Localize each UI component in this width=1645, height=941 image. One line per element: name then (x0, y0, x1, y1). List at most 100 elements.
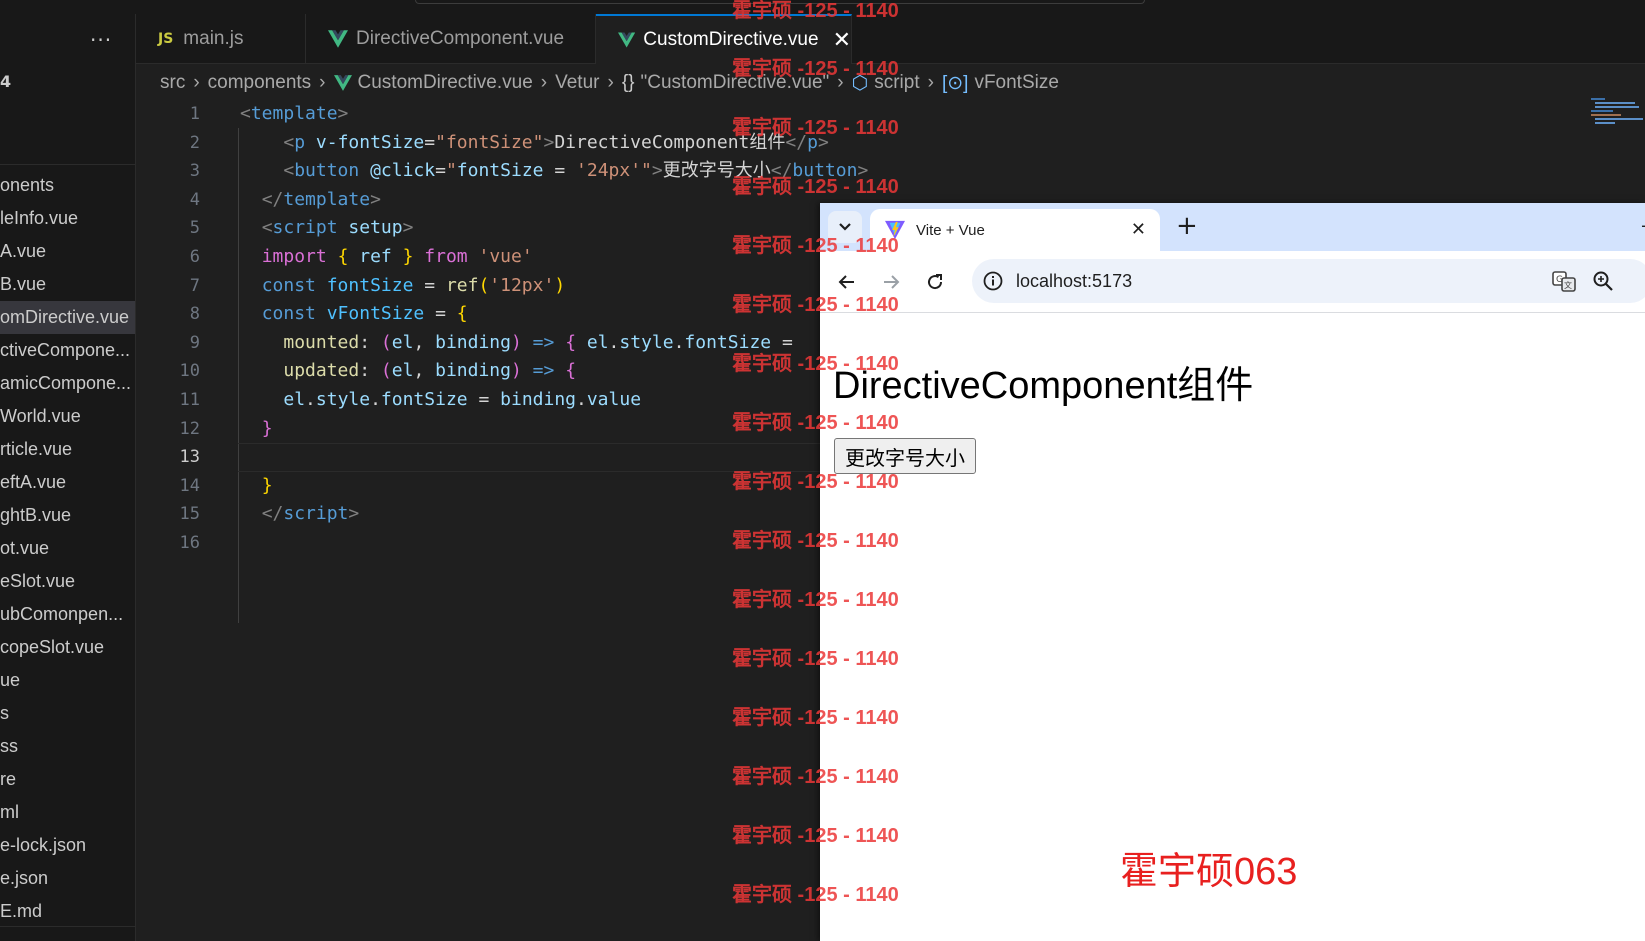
chevron-right-icon: › (927, 72, 934, 93)
tab-label: CustomDirective.vue (643, 29, 819, 50)
braces-icon: {} (621, 72, 635, 93)
file-tree-item[interactable]: rticle.vue (0, 433, 135, 466)
file-tree-item[interactable]: B.vue (0, 268, 135, 301)
divider (0, 926, 135, 927)
file-tree-item[interactable]: A.vue (0, 235, 135, 268)
reload-button[interactable] (918, 265, 952, 299)
watermark-text: 霍宇硕 -125 - 1140 (732, 353, 899, 375)
chevron-right-icon: › (319, 72, 326, 93)
file-tree-item[interactable]: ss (0, 730, 135, 763)
line-number-gutter: 1 2 3 4 5 6 7 8 9 10 11 12 13 14 15 16 (136, 100, 200, 558)
more-actions-icon[interactable]: ··· (90, 28, 112, 52)
watermark-text: 霍宇硕 -125 - 1140 (732, 0, 899, 22)
section-digit: 4 (0, 72, 12, 91)
file-tree-item[interactable]: onents (0, 169, 135, 202)
line-number: 12 (179, 418, 200, 439)
watermark-text: 霍宇硕 -125 - 1140 (732, 766, 899, 788)
zoom-icon[interactable] (1592, 270, 1614, 292)
vue-file-icon (618, 32, 636, 48)
watermark-text: 霍宇硕 -125 - 1140 (732, 707, 899, 729)
js-file-icon: JS (158, 31, 174, 47)
new-tab-icon[interactable]: + (1176, 211, 1198, 241)
vue-file-icon (328, 30, 348, 48)
explorer-sidebar: ··· 4 onents leInfo.vue A.vue B.vue omDirect… (0, 14, 136, 941)
browser-tab-strip: Vite + Vue ✕ + – (820, 203, 1645, 251)
line-number: 5 (189, 218, 200, 239)
breadcrumb-components[interactable]: components (208, 72, 312, 94)
browser-tab-title: Vite + Vue (916, 221, 985, 239)
watermark-text: 霍宇硕 -125 - 1140 (732, 589, 899, 611)
tab-main-js[interactable]: JS main.js (136, 14, 306, 64)
line-number: 6 (189, 246, 200, 267)
file-tree-item[interactable]: re (0, 763, 135, 796)
watermark-text: 霍宇硕 -125 - 1140 (732, 412, 899, 434)
line-number: 10 (179, 361, 200, 382)
minimap[interactable] (1585, 96, 1645, 126)
signature-watermark: 霍宇硕063 (1120, 851, 1298, 893)
chevron-right-icon: › (193, 72, 200, 93)
watermark-text: 霍宇硕 -125 - 1140 (732, 530, 899, 552)
vue-file-icon (333, 75, 352, 91)
file-tree-item[interactable]: ubComonpen... (0, 598, 135, 631)
breadcrumb-file[interactable]: CustomDirective.vue (358, 72, 533, 94)
chevron-right-icon: › (607, 72, 614, 93)
line-number: 1 (189, 104, 200, 124)
file-tree-item[interactable]: e-lock.json (0, 829, 135, 862)
line-number: 3 (189, 161, 200, 182)
file-tree-item[interactable]: ghtB.vue (0, 499, 135, 532)
indent-guide (238, 128, 239, 623)
browser-tab[interactable]: Vite + Vue ✕ (870, 209, 1160, 251)
file-tree-item[interactable]: ml (0, 796, 135, 829)
file-tree-item[interactable]: ue (0, 664, 135, 697)
file-tree-item[interactable]: amicCompone... (0, 367, 135, 400)
close-icon[interactable]: ✕ (833, 27, 851, 53)
watermark-text: 霍宇硕 -125 - 1140 (732, 648, 899, 670)
browser-toolbar: localhost:5173 G文 (820, 251, 1645, 313)
line-number: 2 (189, 132, 200, 153)
close-icon[interactable]: ✕ (1131, 219, 1146, 240)
variable-icon: [⊙] (941, 72, 969, 94)
file-tree-item[interactable]: eSlot.vue (0, 565, 135, 598)
watermark-text: 霍宇硕 -125 - 1140 (732, 471, 899, 493)
breadcrumb-vetur[interactable]: Vetur (555, 72, 599, 94)
reload-icon (928, 274, 943, 290)
line-number: 14 (179, 475, 200, 496)
breadcrumb-symbol[interactable]: vFontSize (974, 72, 1058, 94)
tab-label: main.js (183, 28, 244, 49)
file-tree-item[interactable]: copeSlot.vue (0, 631, 135, 664)
translate-icon[interactable]: G文 (1552, 270, 1576, 292)
line-number: 4 (189, 189, 200, 210)
line-number: 16 (179, 532, 200, 553)
tab-directive-component[interactable]: DirectiveComponent.vue (306, 14, 596, 64)
watermark-text: 霍宇硕 -125 - 1140 (732, 117, 899, 139)
svg-text:文: 文 (1564, 280, 1572, 290)
minimize-icon[interactable]: – (1641, 213, 1645, 237)
watermark-text: 霍宇硕 -125 - 1140 (732, 294, 899, 316)
line-number: 8 (189, 304, 200, 325)
file-tree-item[interactable]: E.md (0, 895, 135, 928)
file-tree-item[interactable]: omDirective.vue (0, 301, 135, 334)
line-number: 15 (179, 504, 200, 525)
watermark-text: 霍宇硕 -125 - 1140 (732, 58, 899, 80)
watermark-text: 霍宇硕 -125 - 1140 (732, 884, 899, 906)
line-number: 9 (189, 332, 200, 353)
file-tree-item[interactable]: e.json (0, 862, 135, 895)
url-text[interactable]: localhost:5173 (1016, 259, 1132, 303)
address-bar[interactable]: localhost:5173 G文 (972, 259, 1645, 303)
watermark-text: 霍宇硕 -125 - 1140 (732, 825, 899, 847)
file-tree-item[interactable]: eftA.vue (0, 466, 135, 499)
file-tree-item[interactable]: s (0, 697, 135, 730)
file-tree-item[interactable]: ot.vue (0, 532, 135, 565)
file-tree-item[interactable]: ctiveCompone... (0, 334, 135, 367)
breadcrumb-src[interactable]: src (160, 72, 185, 94)
file-tree-item[interactable]: World.vue (0, 400, 135, 433)
file-tree-item[interactable]: leInfo.vue (0, 202, 135, 235)
code-line: <p v-fontSize="fontSize">DirectiveCompon… (283, 131, 829, 153)
file-tree: onents leInfo.vue A.vue B.vue omDirective.vu… (0, 169, 135, 928)
code-line: <button @click="fontSize = '24px'">更改字号大… (283, 160, 869, 182)
breadcrumb: src › components › CustomDirective.vue ›… (160, 68, 1059, 98)
code-line: <template> (240, 103, 349, 124)
browser-window: Vite + Vue ✕ + – localhost:5173 G文 Direc… (820, 203, 1645, 941)
line-number: 13 (179, 447, 200, 468)
info-icon[interactable] (982, 270, 1004, 292)
